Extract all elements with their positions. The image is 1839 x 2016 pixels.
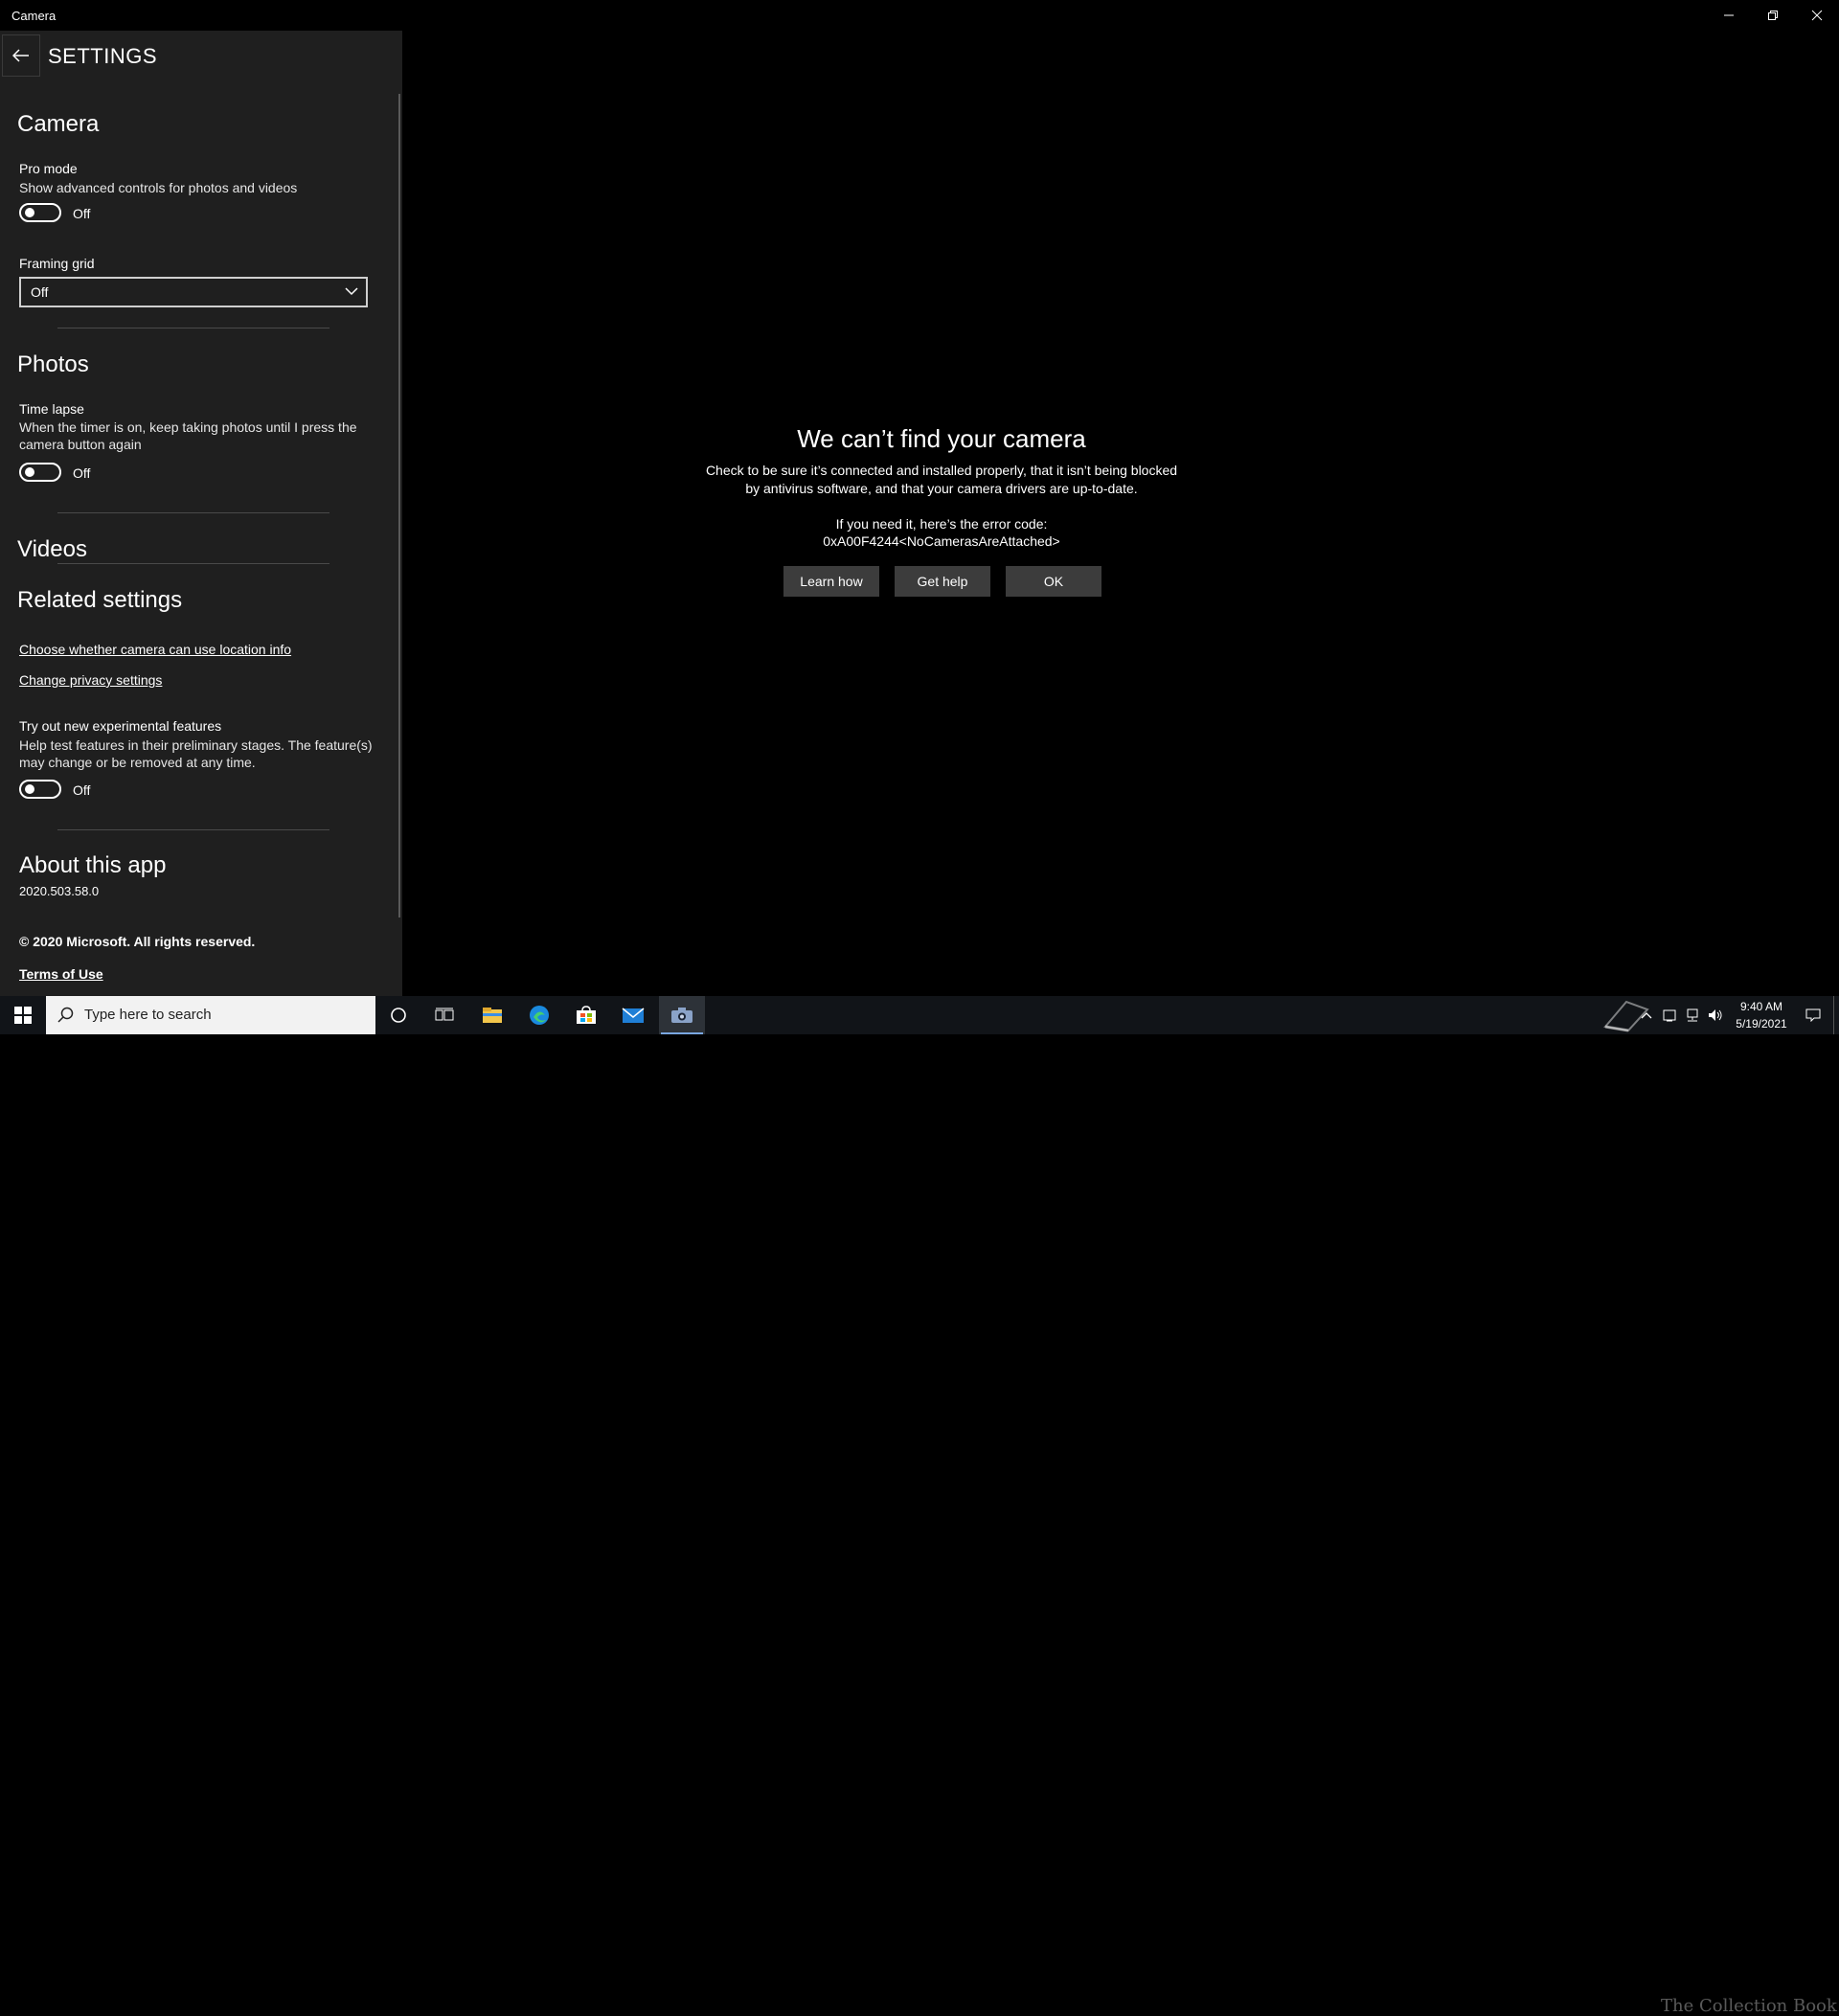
- search-icon: [57, 1007, 74, 1023]
- minimize-icon: [1724, 14, 1734, 16]
- app-version: 2020.503.58.0: [19, 884, 100, 898]
- windows-start-icon: [14, 1007, 32, 1024]
- restore-button[interactable]: [1751, 0, 1795, 31]
- experimental-desc: Help test features in their preliminary …: [19, 737, 373, 770]
- time-lapse-state: Off: [73, 465, 91, 481]
- task-view-button[interactable]: [421, 996, 467, 1034]
- taskbar: Type here to search The Collection Book …: [0, 996, 1839, 2016]
- experimental-toggle[interactable]: [19, 780, 61, 799]
- mail-button[interactable]: [610, 996, 656, 1034]
- error-title: We can’t find your camera: [797, 424, 1086, 453]
- edge-icon: [530, 1006, 549, 1025]
- framing-grid-value: Off: [31, 284, 49, 300]
- edge-button[interactable]: [516, 996, 562, 1034]
- device-icon: [1663, 1009, 1676, 1022]
- watermark-text: The Collection Book: [1661, 1996, 1837, 2016]
- tray-icon-button[interactable]: [1659, 996, 1680, 1034]
- location-info-link[interactable]: Choose whether camera can use location i…: [19, 642, 291, 657]
- back-button[interactable]: [2, 34, 40, 77]
- section-divider: [57, 512, 329, 513]
- chevron-down-icon: [345, 287, 358, 296]
- error-line-1: Check to be sure it’s connected and inst…: [705, 463, 1178, 478]
- start-button[interactable]: [0, 996, 46, 1034]
- pro-mode-toggle[interactable]: [19, 203, 61, 222]
- close-icon: [1811, 10, 1823, 21]
- framing-grid-label: Framing grid: [19, 256, 95, 271]
- title-bar: Camera: [0, 0, 1839, 31]
- camera-icon: [671, 1008, 692, 1023]
- restore-icon: [1768, 11, 1778, 20]
- terms-of-use-link[interactable]: Terms of Use: [19, 966, 103, 982]
- cortana-button[interactable]: [375, 996, 421, 1034]
- file-explorer-icon: [483, 1008, 502, 1023]
- section-divider: [57, 563, 329, 564]
- pane-scrollbar[interactable]: [398, 94, 400, 917]
- minimize-button[interactable]: [1707, 0, 1751, 31]
- toggle-knob: [25, 784, 34, 794]
- store-button[interactable]: [563, 996, 609, 1034]
- about-heading: About this app: [19, 852, 167, 878]
- toggle-knob: [25, 208, 34, 217]
- videos-heading[interactable]: Videos: [17, 536, 87, 563]
- show-desktop-button[interactable]: [1833, 996, 1834, 1034]
- pro-mode-label: Pro mode: [19, 161, 78, 176]
- error-line-2: by antivirus software, and that your cam…: [745, 481, 1138, 496]
- task-view-icon: [435, 1008, 454, 1021]
- experimental-label: Try out new experimental features: [19, 718, 222, 734]
- camera-heading: Camera: [17, 111, 100, 137]
- notification-icon: [1805, 1008, 1821, 1022]
- time-lapse-label: Time lapse: [19, 401, 84, 417]
- error-code: 0xA00F4244<NoCamerasAreAttached>: [823, 533, 1060, 549]
- pro-mode-desc: Show advanced controls for photos and vi…: [19, 180, 298, 195]
- time-lapse-toggle[interactable]: [19, 463, 61, 482]
- network-button[interactable]: [1682, 996, 1703, 1034]
- clock-date[interactable]: 5/19/2021: [1720, 1017, 1803, 1031]
- notifications-button[interactable]: [1797, 996, 1829, 1034]
- privacy-settings-link[interactable]: Change privacy settings: [19, 672, 162, 688]
- related-settings-heading: Related settings: [17, 587, 183, 613]
- framing-grid-select[interactable]: Off: [19, 277, 368, 307]
- close-button[interactable]: [1795, 0, 1839, 31]
- back-arrow-icon: [12, 49, 29, 62]
- ok-button[interactable]: OK: [1006, 566, 1101, 597]
- network-icon: [1687, 1008, 1698, 1022]
- section-divider: [57, 829, 329, 830]
- get-help-button[interactable]: Get help: [895, 566, 990, 597]
- settings-title: SETTINGS: [48, 44, 158, 68]
- copyright: © 2020 Microsoft. All rights reserved.: [19, 934, 256, 949]
- window-title: Camera: [11, 9, 57, 23]
- photos-heading: Photos: [17, 351, 89, 377]
- clock-time[interactable]: 9:40 AM: [1720, 1000, 1803, 1013]
- toggle-knob: [25, 467, 34, 477]
- chevron-up-icon: [1641, 1012, 1652, 1019]
- experimental-state: Off: [73, 782, 91, 798]
- file-explorer-button[interactable]: [469, 996, 515, 1034]
- learn-how-button[interactable]: Learn how: [783, 566, 879, 597]
- cortana-icon: [391, 1008, 406, 1023]
- camera-taskbar-button[interactable]: [659, 996, 705, 1034]
- tray-chevron-button[interactable]: [1638, 996, 1655, 1034]
- error-code-label: If you need it, here’s the error code:: [835, 516, 1048, 532]
- mail-icon: [622, 1008, 645, 1023]
- store-icon: [577, 1006, 596, 1024]
- settings-pane: SETTINGS Camera Pro mode Show advanced c…: [0, 31, 402, 996]
- time-lapse-desc: When the timer is on, keep taking photos…: [19, 419, 357, 452]
- pro-mode-state: Off: [73, 206, 91, 221]
- taskbar-search-box[interactable]: Type here to search: [46, 996, 375, 1034]
- search-placeholder: Type here to search: [84, 1007, 212, 1023]
